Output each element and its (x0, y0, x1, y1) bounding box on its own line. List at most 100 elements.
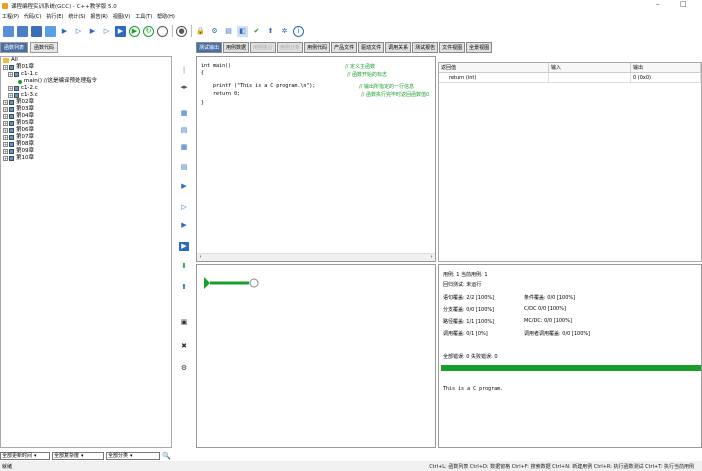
new-project-icon[interactable] (3, 25, 14, 37)
tree-item[interactable]: + 第10章 (1, 155, 171, 162)
menu-view[interactable]: 视图(V) (113, 13, 130, 20)
function-tree[interactable]: All + 第01章 + c1-1.c main() //这是编译预处理指令 + c1-2.c… (0, 56, 172, 448)
info-icon[interactable]: i (293, 25, 304, 37)
menu-tools[interactable]: 工具(T) (135, 13, 152, 20)
main-tab[interactable]: 调用关系 (385, 42, 412, 53)
tree-item[interactable]: + 第09章 (1, 148, 171, 155)
table-cell[interactable]: return (int) (439, 73, 549, 83)
expand-icon[interactable]: ◂▸ (179, 83, 189, 92)
file-icon (9, 156, 14, 161)
tree-item[interactable]: + 第05章 (1, 120, 171, 127)
update-time-filter[interactable]: 全部更新时间 ▾ (0, 451, 50, 460)
tree-item[interactable]: + 第01章 (1, 64, 171, 71)
gear-icon[interactable]: ⚙ (179, 364, 189, 373)
table-icon[interactable]: ▦ (179, 109, 189, 118)
tree-item[interactable]: + 第02章 (1, 99, 171, 106)
tree-item[interactable]: + 第04章 (1, 113, 171, 120)
scroll-left-icon[interactable]: ‹ (199, 254, 202, 260)
main-tab[interactable]: 测试报告 (412, 42, 439, 53)
main-tab[interactable]: 产品文件 (331, 42, 358, 53)
build-icon[interactable] (45, 25, 56, 37)
main-tab[interactable]: 测试输出 (196, 42, 223, 53)
play-icon[interactable]: ▶ (179, 182, 189, 191)
main-tab[interactable]: 用例分析 (277, 42, 304, 53)
expand-toggle-icon[interactable]: + (3, 114, 8, 119)
tree-item[interactable]: + 第06章 (1, 127, 171, 134)
main-tab[interactable]: 用例代码 (304, 42, 331, 53)
tree-item[interactable]: + 第08章 (1, 141, 171, 148)
stop-icon[interactable] (157, 25, 168, 37)
document-icon[interactable]: ▣ (179, 318, 189, 327)
table-cell[interactable]: 0 (0x0) (631, 73, 701, 83)
layout-icon[interactable]: ▤ (179, 163, 189, 172)
grid-icon[interactable]: ▦ (179, 143, 189, 152)
expand-toggle-icon[interactable]: + (3, 149, 8, 154)
tab-function-code[interactable]: 函数代码 (30, 42, 59, 53)
expand-toggle-icon[interactable]: + (3, 142, 8, 147)
refresh-icon[interactable]: ↻ (143, 25, 154, 37)
open-project-icon[interactable] (17, 25, 28, 37)
settings-icon[interactable]: ⚙ (209, 26, 220, 37)
main-tab[interactable]: 用例执行 (250, 42, 277, 53)
tab-function-list[interactable]: 函数列表 (0, 42, 29, 53)
lock-icon[interactable]: 🔒 (195, 26, 206, 37)
cross-icon[interactable]: ✖ (179, 342, 189, 351)
step-icon[interactable]: ▶ (59, 26, 70, 37)
horizontal-scrollbar[interactable]: ‹ › (197, 253, 435, 261)
save-project-icon[interactable] (31, 25, 42, 37)
tree-item[interactable]: + c1-1.c (1, 71, 171, 78)
gear-icon[interactable]: ✲ (279, 26, 290, 37)
tree-item[interactable]: main() //这是编译预处理指令 (1, 78, 171, 85)
menu-execute[interactable]: 执行(E) (46, 13, 63, 20)
tree-item[interactable]: + 第03章 (1, 106, 171, 113)
expand-toggle-icon[interactable]: + (3, 135, 8, 140)
menu-help[interactable]: 帮助(H) (157, 13, 175, 20)
search-icon[interactable]: 🔍 (162, 452, 171, 460)
expand-toggle-icon[interactable]: + (3, 100, 8, 105)
table-cell[interactable] (549, 73, 631, 83)
tree-item[interactable]: All (1, 57, 171, 64)
tree-item[interactable]: + 第07章 (1, 134, 171, 141)
step-out-icon[interactable]: ▷ (101, 26, 112, 37)
upload-icon[interactable]: ⬆ (265, 26, 276, 37)
coverage-item: 调用者调用覆盖: 0/0 [100%] (524, 331, 591, 337)
complexity-filter[interactable]: 全部复杂度 ▾ (52, 451, 104, 460)
main-tab[interactable]: 用例数据 (223, 42, 250, 53)
step-into-icon[interactable]: ▶ (87, 26, 98, 37)
step-icon[interactable]: ▷ (179, 203, 189, 212)
expand-toggle-icon[interactable]: + (8, 72, 13, 77)
print-icon[interactable]: ▤ (223, 26, 234, 37)
expand-toggle-icon[interactable]: + (3, 65, 8, 70)
menu-statistics[interactable]: 统计(S) (68, 13, 85, 20)
expand-toggle-icon[interactable]: + (3, 156, 8, 161)
chart-icon[interactable]: ◧ (237, 25, 248, 37)
tree-item[interactable]: + c1-2.c (1, 85, 171, 92)
expand-toggle-icon[interactable]: + (3, 121, 8, 126)
menu-code[interactable]: 代码(C) (24, 13, 41, 20)
maximize-button[interactable]: □ (680, 0, 687, 8)
run-icon[interactable]: ▶ (115, 25, 126, 37)
upload-icon[interactable]: ⬆ (179, 283, 189, 292)
list-icon[interactable]: ▤ (179, 126, 189, 135)
menu-project[interactable]: 工程(P) (2, 13, 19, 20)
main-tab[interactable]: 文件视图 (439, 42, 466, 53)
record-icon[interactable]: ● (176, 25, 187, 37)
play-icon[interactable]: ▶ (129, 25, 140, 37)
run-icon[interactable]: ▶ (179, 242, 189, 251)
code-editor[interactable]: int main() { printf ("This is a C progra… (196, 56, 436, 262)
expand-toggle-icon[interactable]: + (8, 86, 13, 91)
category-filter[interactable]: 全部分类 ▾ (106, 451, 160, 460)
tree-item[interactable]: + c1-3.c (1, 92, 171, 99)
check-icon[interactable]: ✔ (251, 26, 262, 37)
scroll-right-icon[interactable]: › (430, 254, 433, 260)
main-tab[interactable]: 全景视图 (466, 42, 493, 53)
step-over-icon[interactable]: ▷ (73, 26, 84, 37)
menu-report[interactable]: 报告(R) (90, 13, 107, 20)
minimize-button[interactable]: – (656, 0, 660, 8)
expand-toggle-icon[interactable]: + (3, 128, 8, 133)
expand-toggle-icon[interactable]: + (3, 107, 8, 112)
next-icon[interactable]: ▶ (179, 221, 189, 230)
export-icon[interactable]: ⬇ (179, 262, 189, 271)
expand-toggle-icon[interactable]: + (8, 93, 13, 98)
main-tab[interactable]: 驱动文件 (358, 42, 385, 53)
